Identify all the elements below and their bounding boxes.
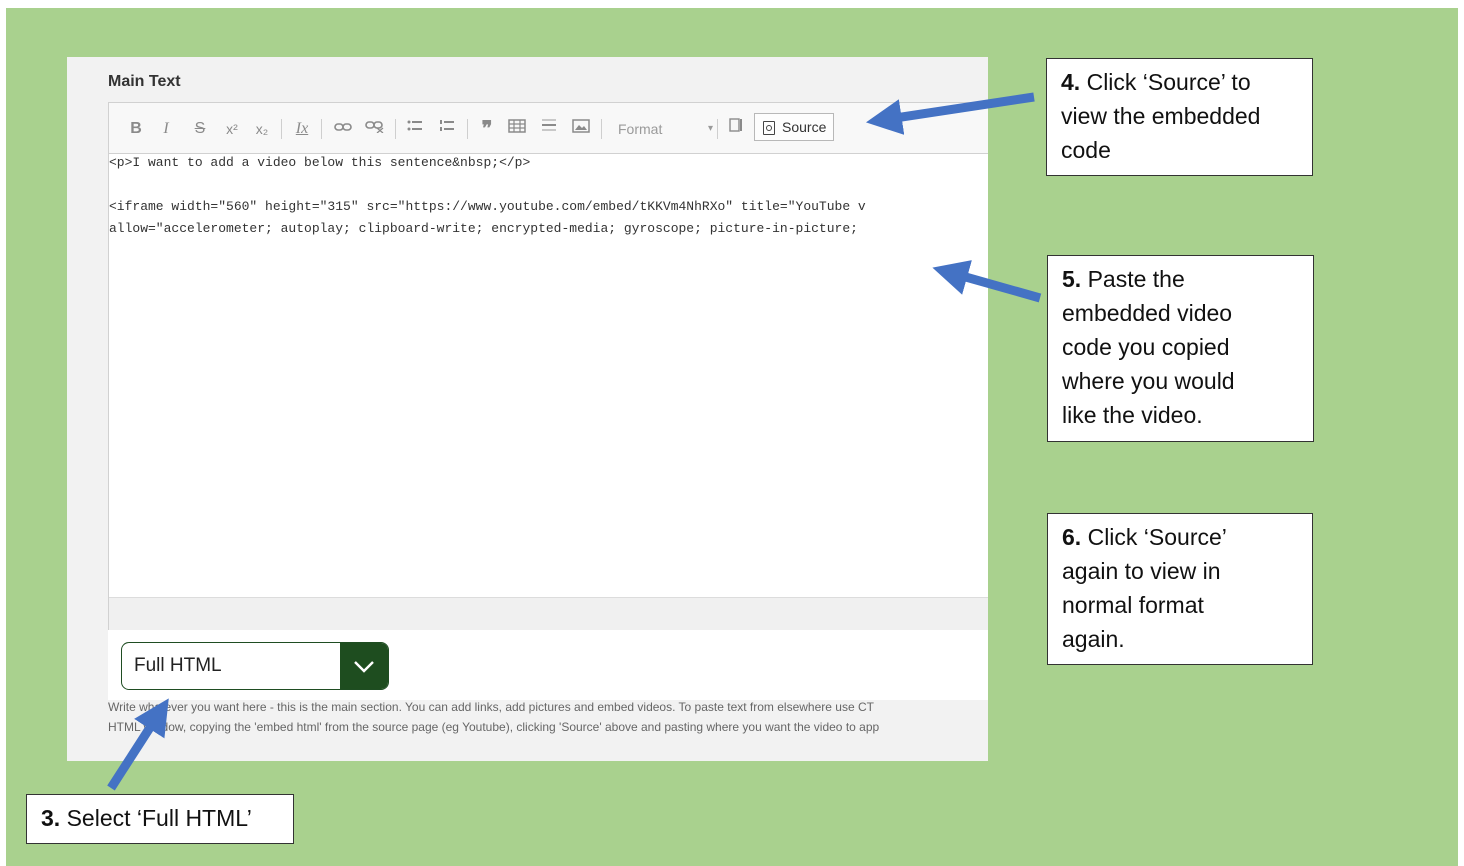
step-number: 3. bbox=[41, 805, 61, 831]
step-number: 5. bbox=[1062, 266, 1082, 292]
callout-text: Paste the bbox=[1081, 266, 1185, 292]
callout-text: code bbox=[1061, 137, 1111, 163]
arrow-to-full-html bbox=[107, 698, 169, 791]
arrow-to-source bbox=[865, 92, 1035, 135]
callout-step-3: 3. Select ‘Full HTML’ bbox=[26, 794, 294, 844]
callout-text: again. bbox=[1062, 626, 1125, 652]
callout-text: Click ‘Source’ bbox=[1081, 524, 1227, 550]
step-number: 4. bbox=[1061, 69, 1081, 95]
callout-text: like the video. bbox=[1062, 402, 1203, 428]
arrow-to-code bbox=[932, 260, 1042, 303]
callout-text: embedded video bbox=[1062, 300, 1233, 326]
callout-text: Click ‘Source’ to bbox=[1080, 69, 1251, 95]
callout-step-4: 4. Click ‘Source’ to view the embedded c… bbox=[1046, 58, 1313, 176]
callout-step-5: 5. Paste the embedded video code you cop… bbox=[1047, 255, 1314, 442]
callout-text: Select ‘Full HTML’ bbox=[60, 805, 252, 831]
callout-step-6: 6. Click ‘Source’ again to view in norma… bbox=[1047, 513, 1313, 665]
callout-text: again to view in bbox=[1062, 558, 1221, 584]
callout-text: normal format bbox=[1062, 592, 1204, 618]
callout-text: where you would bbox=[1062, 368, 1235, 394]
callout-text: code you copied bbox=[1062, 334, 1230, 360]
step-number: 6. bbox=[1062, 524, 1082, 550]
callout-text: view the embedded bbox=[1061, 103, 1261, 129]
